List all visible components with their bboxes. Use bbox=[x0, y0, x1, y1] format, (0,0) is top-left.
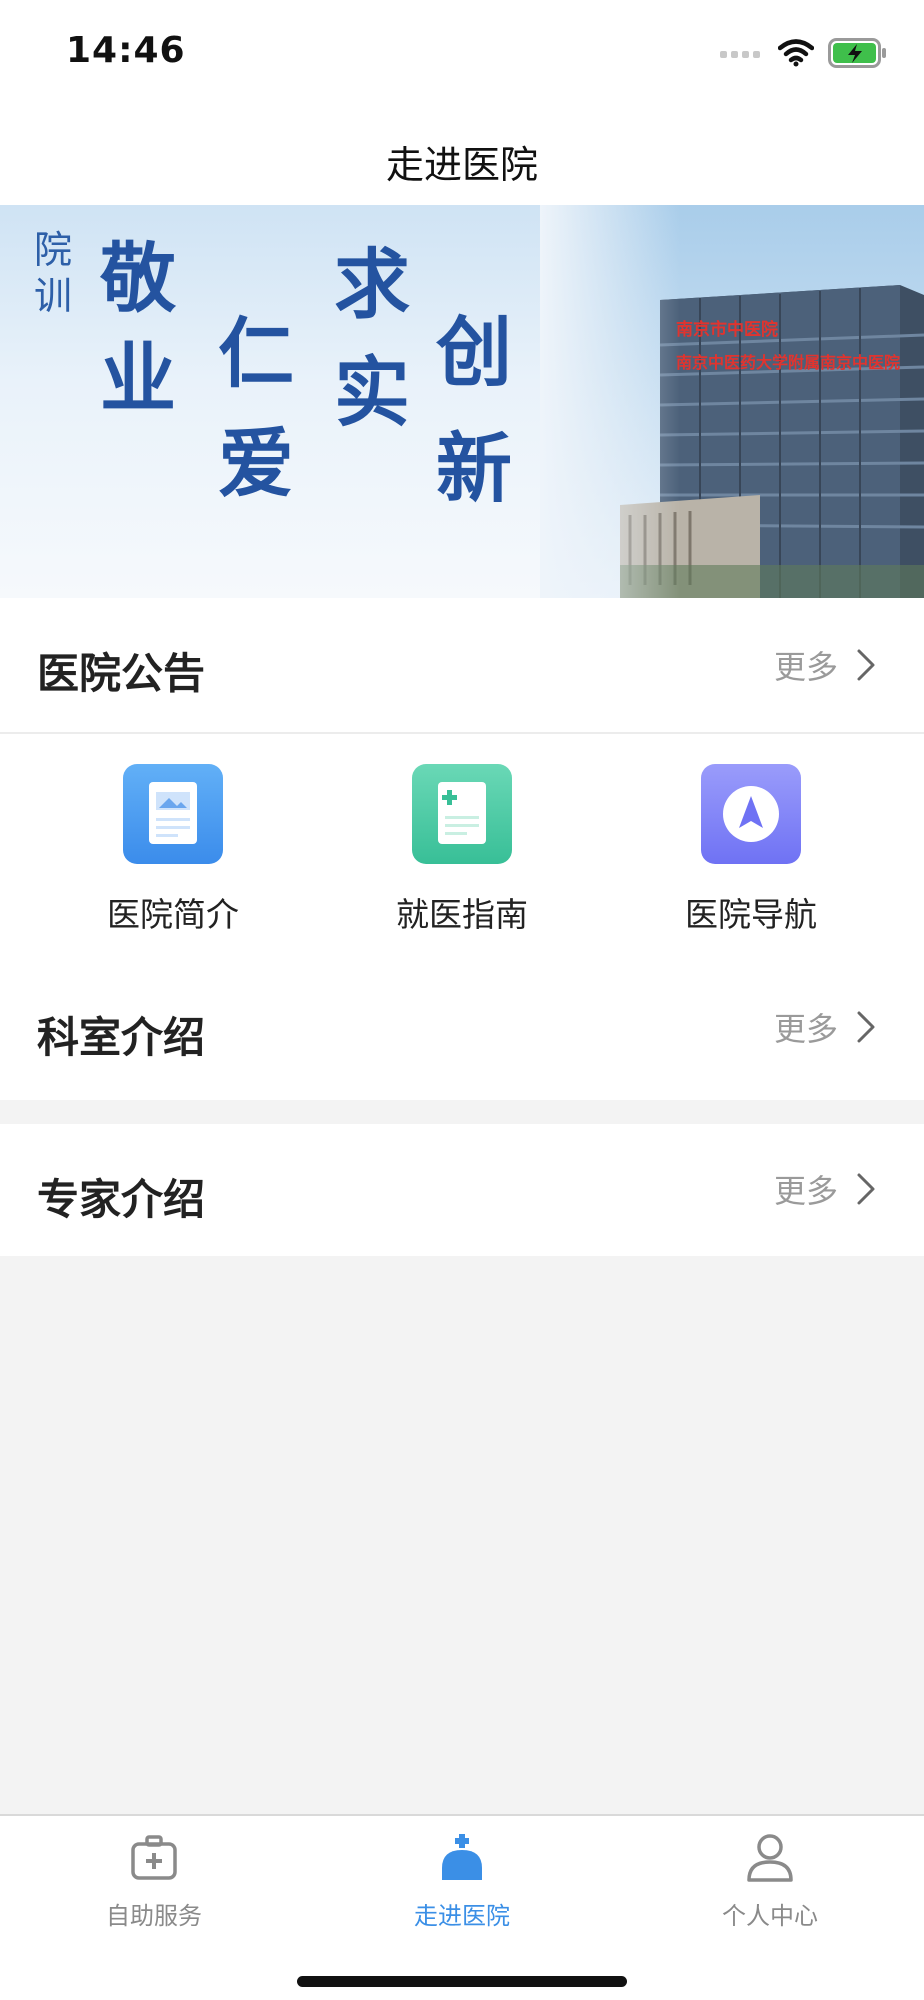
tab-about-hospital[interactable]: 走进医院 bbox=[362, 1832, 562, 1931]
quick-link-label: 医院简介 bbox=[107, 895, 239, 934]
home-indicator bbox=[297, 1976, 627, 1987]
nav-bar: 走进医院 bbox=[0, 110, 924, 205]
quick-link-label: 医院导航 bbox=[685, 895, 817, 934]
chevron-right-icon bbox=[857, 1011, 875, 1043]
notice-row[interactable]: 医院公告 更多 bbox=[0, 598, 924, 734]
quick-link-hospital-navigation[interactable]: 医院导航 bbox=[651, 764, 851, 936]
motto-word-3: 求实 bbox=[334, 240, 410, 437]
experts-title: 专家介绍 bbox=[37, 1175, 206, 1224]
motto-label: 院训 bbox=[34, 228, 73, 318]
building-sign-2: 南京中医药大学附属南京中医院 bbox=[676, 353, 901, 372]
experts-more-link[interactable]: 更多 bbox=[774, 1166, 876, 1212]
quick-links-grid: 医院简介 就医指南 医院导航 bbox=[0, 734, 924, 974]
document-image-icon bbox=[123, 764, 223, 864]
tab-label: 自助服务 bbox=[106, 1902, 202, 1930]
signal-icon bbox=[720, 51, 760, 58]
hospital-banner[interactable]: 院训 敬业 仁爱 求实 创新 南京市中医院 南京中医药大学附属南京中医院 bbox=[0, 205, 924, 598]
battery-charging-icon bbox=[828, 38, 886, 68]
departments-more-link[interactable]: 更多 bbox=[774, 1004, 876, 1050]
departments-row[interactable]: 科室介绍 更多 bbox=[0, 974, 924, 1100]
status-icons bbox=[720, 38, 888, 68]
tab-personal-center[interactable]: 个人中心 bbox=[670, 1832, 870, 1931]
motto-word-1: 敬业 bbox=[100, 234, 176, 423]
medical-guide-icon bbox=[412, 764, 512, 864]
hospital-icon bbox=[442, 1834, 482, 1880]
status-bar: 14:46 bbox=[0, 0, 924, 110]
more-label: 更多 bbox=[773, 1172, 838, 1210]
tab-bar: 自助服务 走进医院 个人中心 bbox=[0, 1814, 924, 2000]
motto-word-2: 仁爱 bbox=[218, 309, 294, 508]
experts-row[interactable]: 专家介绍 更多 bbox=[0, 1124, 924, 1256]
wifi-icon bbox=[778, 39, 814, 67]
status-time: 14:46 bbox=[66, 30, 186, 71]
tab-label: 个人中心 bbox=[722, 1902, 818, 1930]
notice-more-link[interactable]: 更多 bbox=[774, 642, 876, 688]
building-sign-1: 南京市中医院 bbox=[676, 320, 778, 340]
chevron-right-icon bbox=[857, 649, 875, 681]
departments-title: 科室介绍 bbox=[37, 1013, 206, 1062]
tab-label: 走进医院 bbox=[414, 1902, 510, 1930]
more-label: 更多 bbox=[773, 648, 838, 686]
quick-link-label: 就医指南 bbox=[396, 895, 528, 934]
quick-link-hospital-intro[interactable]: 医院简介 bbox=[73, 764, 273, 936]
page-title: 走进医院 bbox=[385, 143, 538, 187]
chevron-right-icon bbox=[857, 1173, 875, 1205]
quick-link-medical-guide[interactable]: 就医指南 bbox=[362, 764, 562, 936]
notice-title: 医院公告 bbox=[37, 649, 206, 698]
more-label: 更多 bbox=[773, 1010, 838, 1048]
compass-icon bbox=[701, 764, 801, 864]
motto-word-4: 创新 bbox=[436, 308, 512, 513]
tab-self-service[interactable]: 自助服务 bbox=[54, 1832, 254, 1931]
medical-kit-icon bbox=[131, 1835, 177, 1880]
user-icon bbox=[747, 1834, 793, 1882]
